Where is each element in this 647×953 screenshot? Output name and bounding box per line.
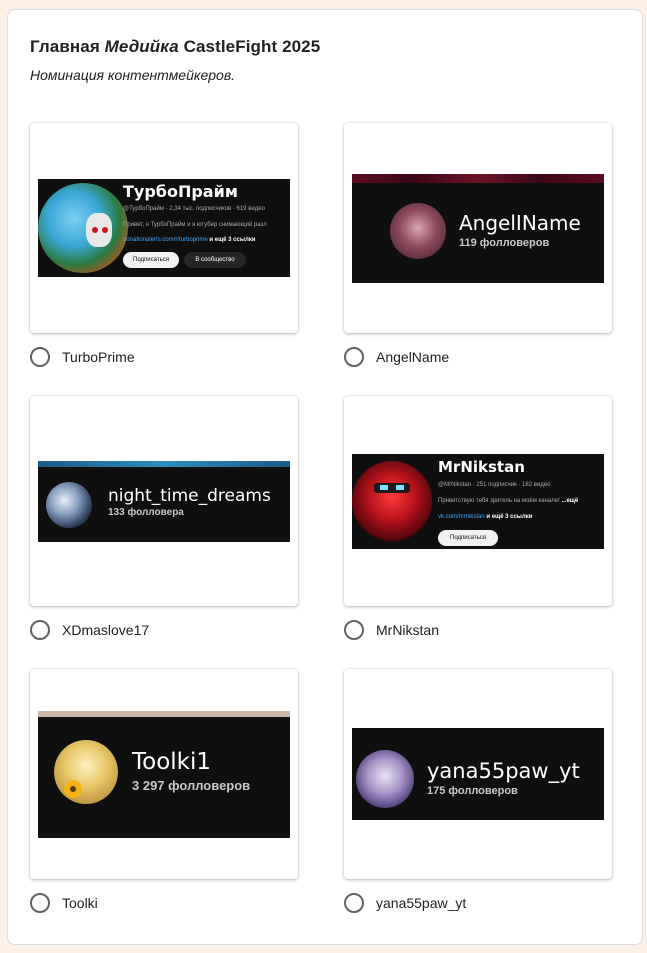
channel-name: yana55paw_yt	[427, 759, 580, 783]
option-mrnikstan[interactable]: MrNikstan	[344, 618, 439, 642]
option-image-card-xdmaslove17[interactable]: night_time_dreams 133 фолловера	[30, 396, 298, 606]
option-yana55paw-yt[interactable]: yana55paw_yt	[344, 891, 466, 915]
banner-header-strip	[38, 461, 290, 467]
form-title: Главная Медийка CastleFight 2025	[30, 37, 321, 56]
channel-banner-toolki1: Toolki1 3 297 фолловеров	[38, 711, 290, 838]
radio-button[interactable]	[30, 347, 50, 367]
option-angelname[interactable]: AngelName	[344, 345, 449, 369]
avatar	[38, 183, 128, 273]
option-label: Toolki	[62, 895, 98, 911]
channel-banner-night-time-dreams: night_time_dreams 133 фолловера	[38, 461, 290, 542]
banner-header-strip	[38, 711, 290, 717]
form-subtitle: Номинация контентмейкеров.	[30, 67, 236, 83]
channel-name: night_time_dreams	[108, 486, 271, 506]
channel-banner-mrnikstan: MrNikstan @MrNikstan · 251 подписчик · 1…	[352, 454, 604, 549]
avatar	[54, 740, 118, 804]
option-label: yana55paw_yt	[376, 895, 467, 911]
community-button: В сообщество	[184, 252, 246, 268]
subscribe-button: Подписаться	[438, 530, 498, 546]
avatar	[390, 203, 446, 259]
radio-button[interactable]	[344, 893, 364, 913]
option-label: XDmaslove17	[62, 622, 150, 638]
channel-banner-yana55paw: yana55paw_yt 175 фолловеров	[352, 728, 604, 820]
banner-header-strip	[352, 174, 604, 183]
channel-banner-angelname: AngelIName 119 фолловеров	[352, 174, 604, 283]
avatar	[352, 461, 432, 541]
option-label: TurboPrime	[62, 349, 135, 365]
follower-count: 175 фолловеров	[427, 785, 518, 797]
channel-name: ТурбоПрайм	[123, 182, 238, 201]
option-image-card-mrnikstan[interactable]: MrNikstan @MrNikstan · 251 подписчик · 1…	[344, 396, 612, 606]
option-image-card-turboprime[interactable]: ТурбоПрайм @ТурбоПрайм · 2,34 тыс. подпи…	[30, 123, 298, 333]
channel-stats: @ТурбоПрайм · 2,34 тыс. подписчиков · 61…	[123, 206, 265, 212]
channel-description: Привет, я ТурбоПрайм и я ютубер снимающи…	[123, 222, 267, 228]
channel-link: donationalerts.com/r/turboprime и ещё 3 …	[123, 237, 256, 243]
radio-button[interactable]	[30, 620, 50, 640]
radio-button[interactable]	[344, 347, 364, 367]
follower-count: 119 фолловеров	[459, 237, 550, 249]
channel-name: MrNikstan	[438, 458, 525, 476]
radio-button[interactable]	[30, 893, 50, 913]
channel-banner-turboprime: ТурбоПрайм @ТурбоПрайм · 2,34 тыс. подпи…	[38, 179, 290, 277]
channel-name: Toolki1	[132, 749, 212, 775]
follower-count: 3 297 фолловеров	[132, 778, 251, 793]
option-image-card-angelname[interactable]: AngelIName 119 фолловеров	[344, 123, 612, 333]
option-xdmaslove17[interactable]: XDmaslove17	[30, 618, 149, 642]
option-image-card-toolki[interactable]: Toolki1 3 297 фолловеров	[30, 669, 298, 879]
channel-link: vk.com/mrnikstan и ещё 3 ссылки	[438, 514, 533, 520]
option-image-card-yana55paw[interactable]: yana55paw_yt 175 фолловеров	[344, 669, 612, 879]
option-label: MrNikstan	[376, 622, 440, 638]
channel-stats: @MrNikstan · 251 подписчик · 182 видео	[438, 482, 551, 488]
follower-count: 133 фолловера	[108, 507, 184, 518]
option-label: AngelName	[376, 349, 450, 365]
channel-name: AngelIName	[459, 211, 581, 235]
option-turboprime[interactable]: TurboPrime	[30, 345, 135, 369]
radio-button[interactable]	[344, 620, 364, 640]
avatar	[356, 750, 414, 808]
avatar	[46, 482, 92, 528]
subscribe-button: Подписаться	[123, 252, 179, 268]
channel-description: Приветствую тебя зритель на моём канале!…	[438, 498, 579, 504]
option-toolki[interactable]: Toolki	[30, 891, 98, 915]
